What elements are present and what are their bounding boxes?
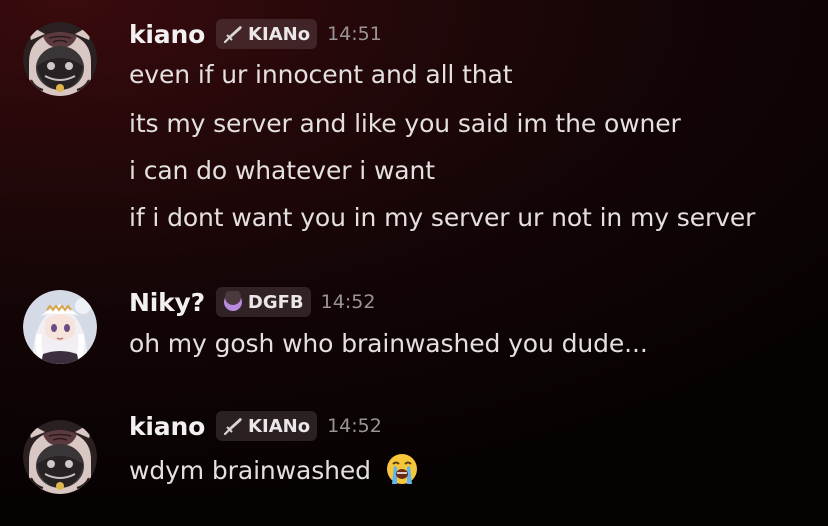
message-group: kiano KIANo 14:52 wdym brainwashed — [0, 0, 828, 526]
username[interactable]: kiano — [129, 412, 205, 441]
role-tag[interactable]: KIANo — [216, 411, 318, 441]
message-text-row: wdym brainwashed — [129, 452, 419, 486]
avatar[interactable] — [23, 420, 97, 494]
loudly-crying-face-emoji-icon — [385, 452, 419, 486]
avatar-cat-hood-icon — [23, 420, 97, 494]
message-text: wdym brainwashed — [129, 456, 371, 485]
sword-icon — [222, 415, 244, 437]
tag-label: KIANo — [248, 415, 311, 437]
timestamp: 14:52 — [327, 415, 382, 437]
message-header: kiano KIANo 14:52 — [129, 409, 382, 443]
